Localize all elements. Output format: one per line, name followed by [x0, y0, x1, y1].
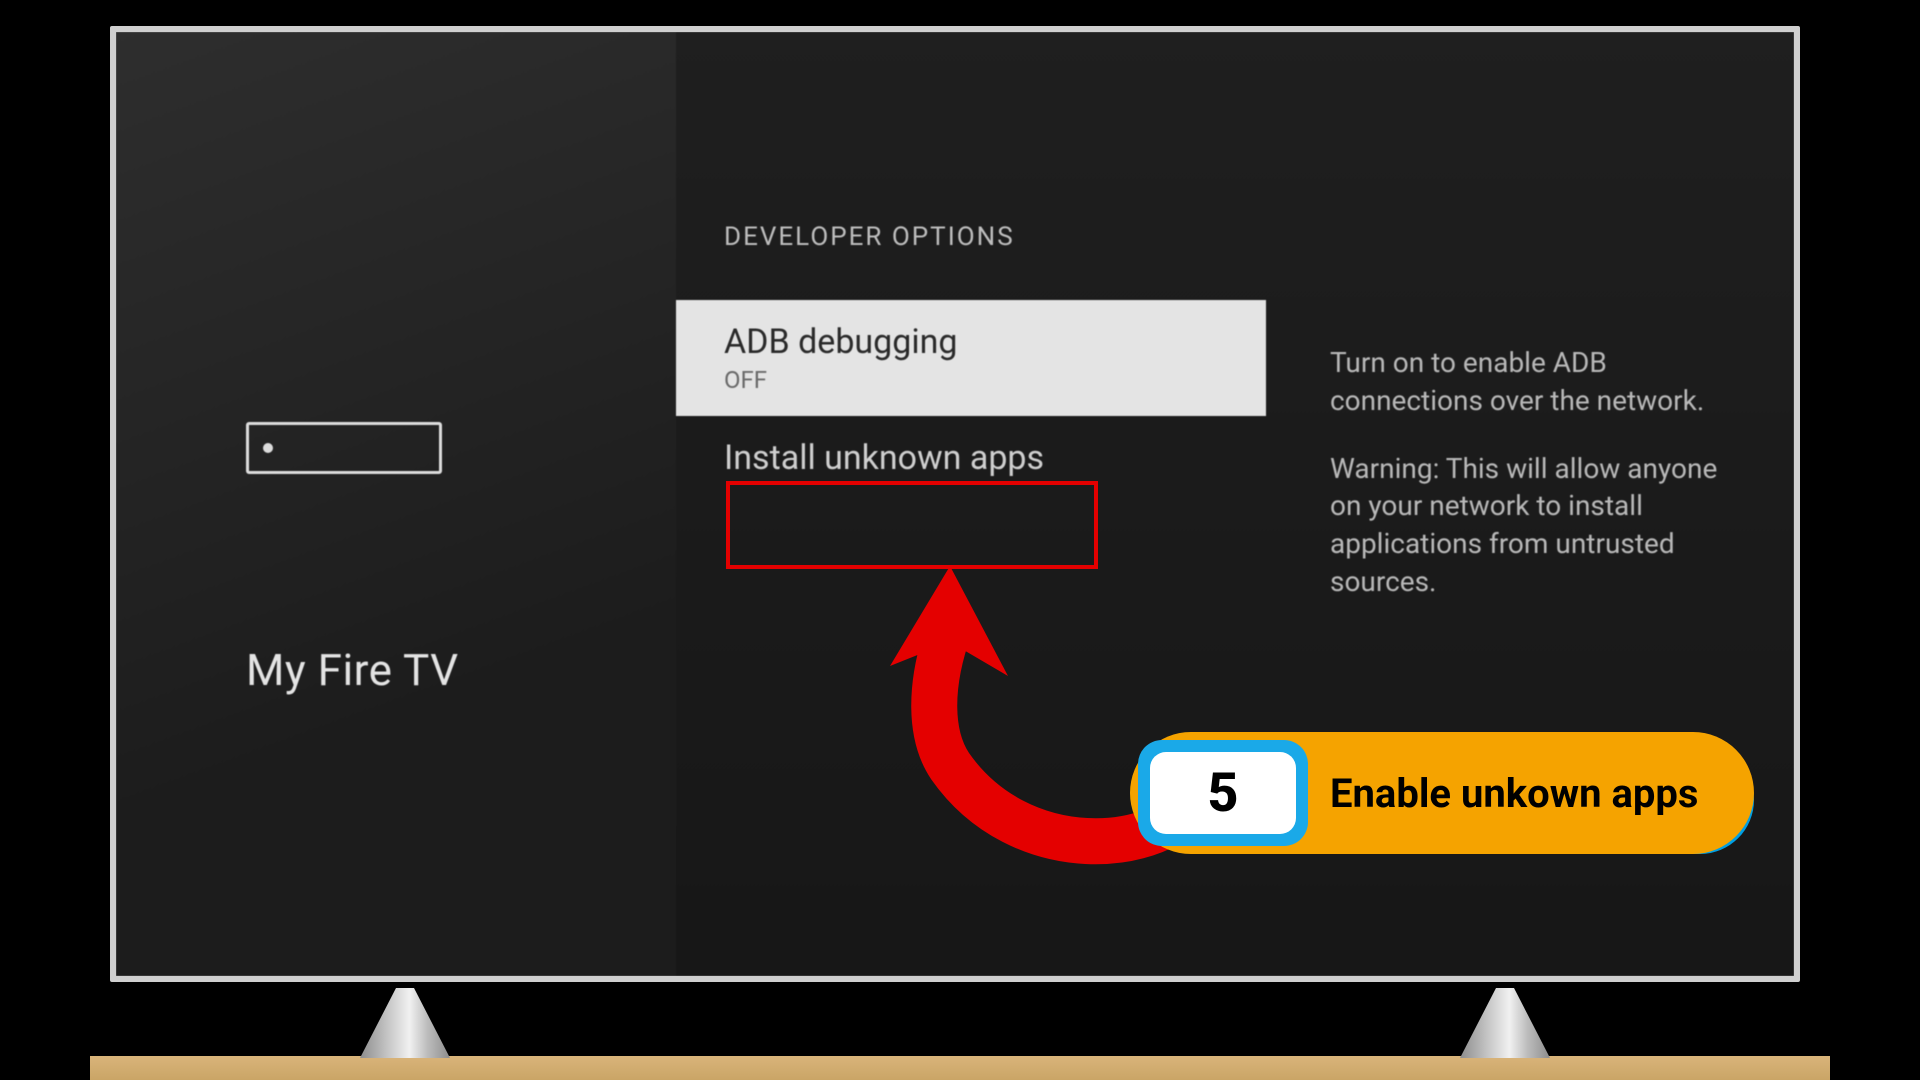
page-title: My Fire TV	[246, 644, 676, 696]
tv-frame: My Fire TV DEVELOPER OPTIONS ADB debuggi…	[110, 26, 1800, 982]
section-header: DEVELOPER OPTIONS	[676, 222, 1266, 300]
option-label: Install unknown apps	[724, 438, 1044, 478]
left-pane: My Fire TV	[116, 32, 676, 976]
tv-leg-right	[1460, 988, 1550, 1058]
description-pane: Turn on to enable ADB connections over t…	[1266, 32, 1794, 976]
option-label: ADB debugging	[724, 322, 957, 362]
tv-leg-left	[360, 988, 450, 1058]
option-install-unknown-apps[interactable]: Install unknown apps	[676, 416, 1266, 500]
option-adb-debugging[interactable]: ADB debugging OFF	[676, 300, 1266, 416]
tv-stand	[90, 1056, 1830, 1080]
firetv-stick-icon	[246, 422, 442, 474]
options-pane: DEVELOPER OPTIONS ADB debugging OFF Inst…	[676, 32, 1266, 976]
firetv-screen: My Fire TV DEVELOPER OPTIONS ADB debuggi…	[116, 32, 1794, 976]
description-line-1: Turn on to enable ADB connections over t…	[1330, 344, 1746, 420]
option-value: OFF	[724, 366, 1218, 394]
description-line-2: Warning: This will allow anyone on your …	[1330, 450, 1746, 601]
